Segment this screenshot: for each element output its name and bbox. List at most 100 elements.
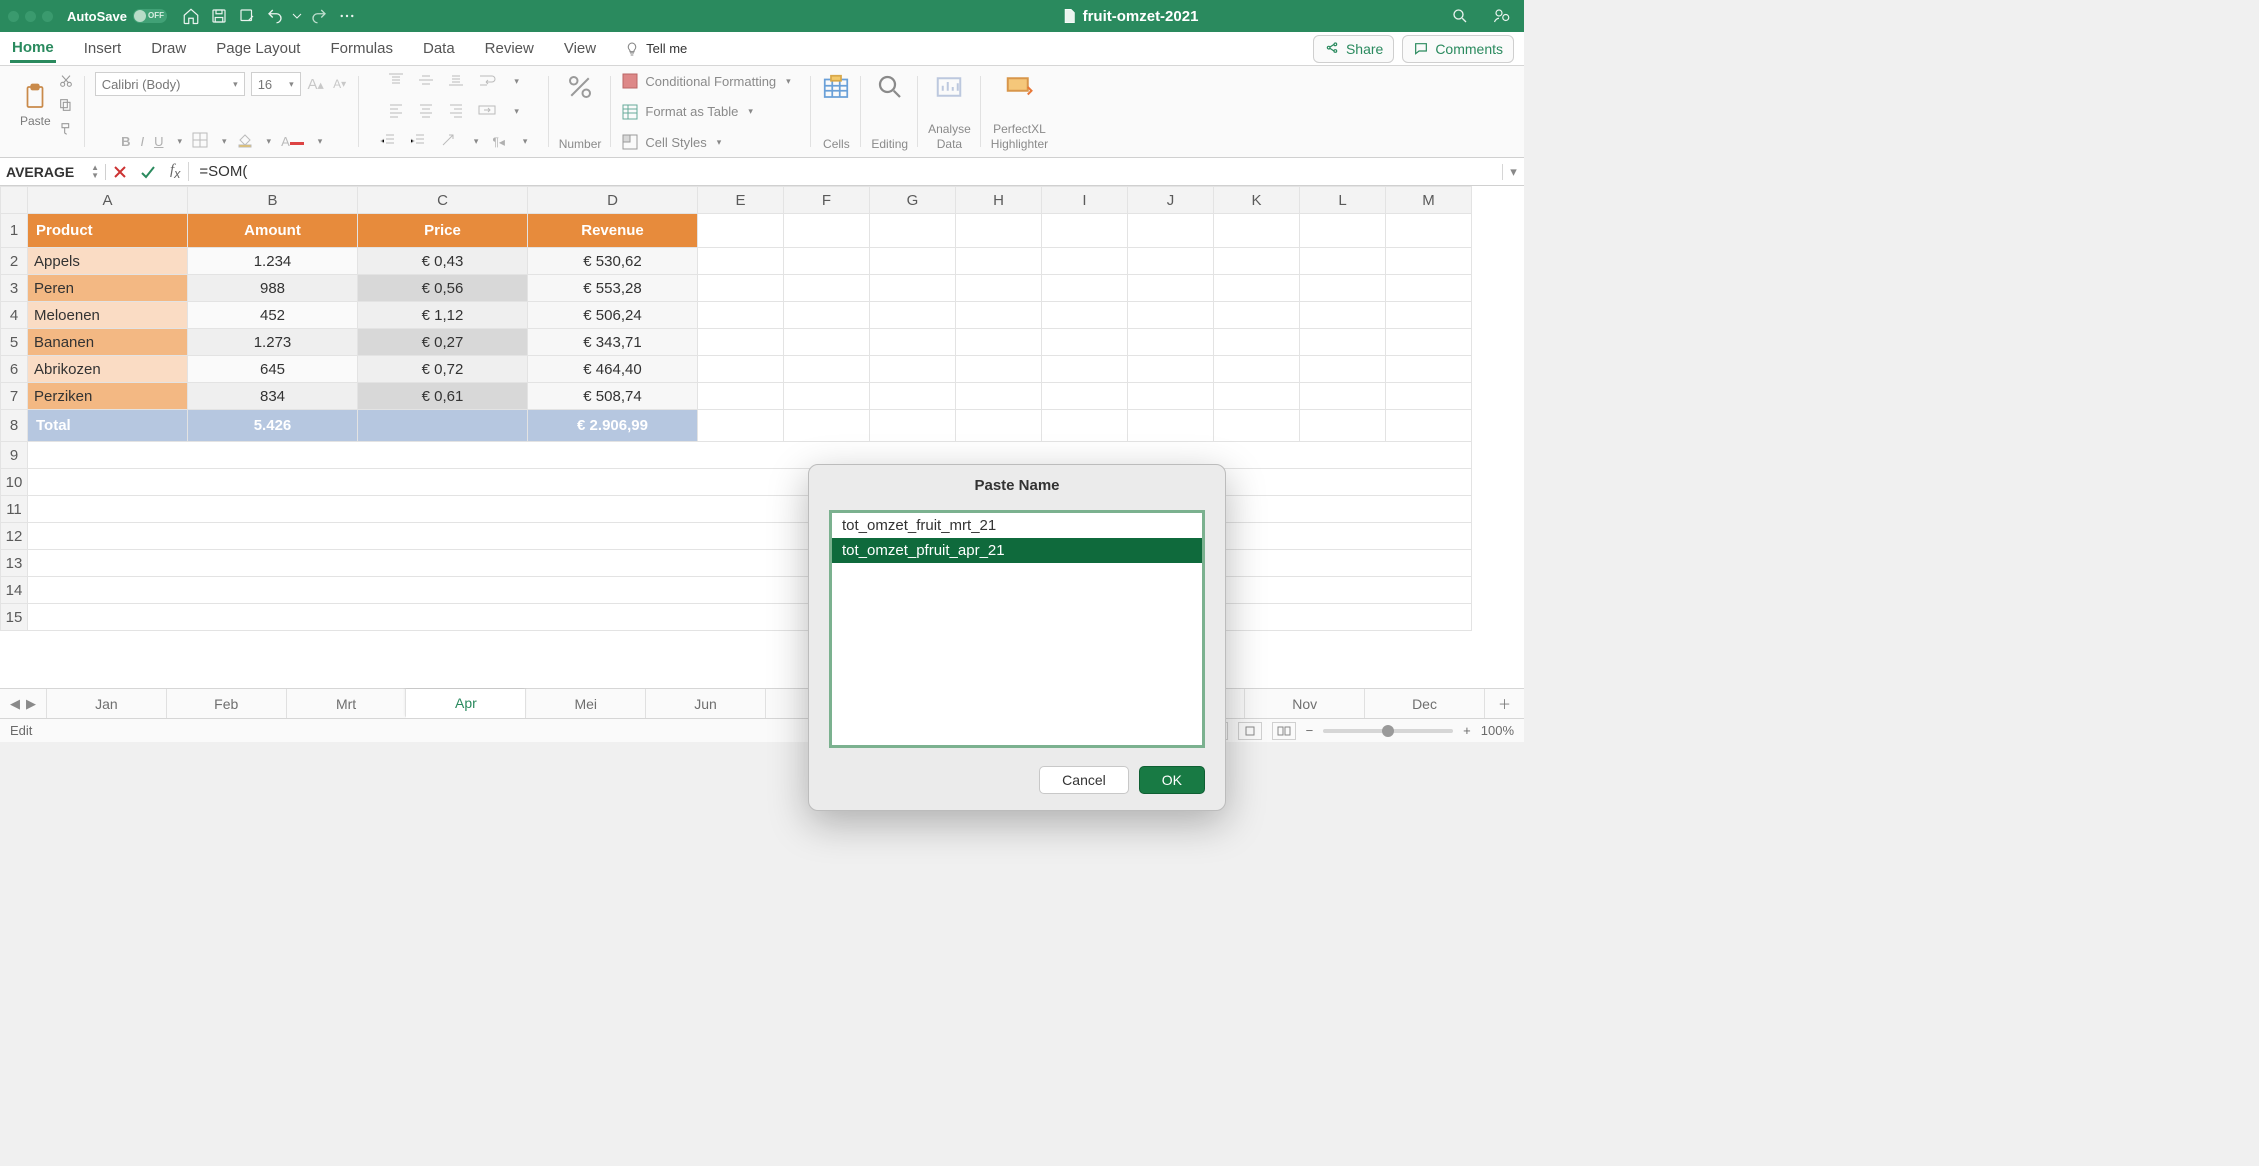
cell[interactable] [1042, 248, 1128, 275]
cell[interactable] [870, 275, 956, 302]
tab-review[interactable]: Review [483, 36, 536, 61]
align-left-icon[interactable] [388, 102, 404, 121]
zoom-slider[interactable] [1323, 729, 1453, 733]
cell[interactable] [1300, 383, 1386, 410]
cell[interactable] [784, 356, 870, 383]
home-icon[interactable] [180, 5, 202, 27]
cell[interactable] [1300, 214, 1386, 248]
underline-button[interactable]: U [154, 134, 163, 149]
cell[interactable] [698, 275, 784, 302]
cell[interactable]: € 0,27 [358, 329, 528, 356]
cell[interactable] [1386, 410, 1472, 442]
name-box[interactable]: AVERAGE ▲▼ [0, 164, 106, 180]
cell[interactable] [870, 329, 956, 356]
row-header[interactable]: 15 [1, 604, 28, 631]
redo-icon[interactable] [308, 5, 330, 27]
cell[interactable]: € 0,72 [358, 356, 528, 383]
align-middle-icon[interactable] [418, 72, 434, 91]
cell[interactable] [28, 442, 1472, 469]
wrap-text-icon[interactable] [478, 72, 496, 91]
cell[interactable] [1214, 410, 1300, 442]
cell[interactable] [28, 550, 1472, 577]
align-bottom-icon[interactable] [448, 72, 464, 91]
cell[interactable] [1386, 248, 1472, 275]
format-as-table-button[interactable]: Format as Table▾ [621, 103, 753, 121]
cell[interactable] [1042, 410, 1128, 442]
cell[interactable] [1042, 302, 1128, 329]
align-top-icon[interactable] [388, 72, 404, 91]
cell[interactable]: € 508,74 [528, 383, 698, 410]
cell[interactable] [870, 214, 956, 248]
tab-draw[interactable]: Draw [149, 36, 188, 61]
cell[interactable] [1300, 248, 1386, 275]
col-header[interactable]: J [1128, 187, 1214, 214]
row-header[interactable]: 7 [1, 383, 28, 410]
sheet-tab-jun[interactable]: Jun [645, 689, 765, 718]
cell[interactable] [1214, 275, 1300, 302]
row-header[interactable]: 1 [1, 214, 28, 248]
zoom-level[interactable]: 100% [1481, 723, 1514, 738]
cell[interactable] [1128, 383, 1214, 410]
cell[interactable] [698, 248, 784, 275]
comments-button[interactable]: Comments [1402, 35, 1514, 63]
select-all-corner[interactable] [1, 187, 28, 214]
conditional-formatting-button[interactable]: Conditional Formatting▾ [621, 72, 790, 90]
cell[interactable] [28, 469, 1472, 496]
sheet-tab-jan[interactable]: Jan [46, 689, 166, 718]
cell[interactable] [1214, 329, 1300, 356]
cell[interactable] [784, 410, 870, 442]
fx-label[interactable]: fx [162, 162, 189, 181]
font-size-select[interactable]: 16▾ [251, 72, 301, 96]
perfectxl-button[interactable] [1004, 72, 1034, 102]
cell[interactable] [28, 523, 1472, 550]
cell[interactable] [1128, 248, 1214, 275]
sheet-tab-nov[interactable]: Nov [1244, 689, 1364, 718]
cell[interactable] [698, 356, 784, 383]
name-box-stepper-icon[interactable]: ▲▼ [91, 164, 99, 180]
row-header[interactable]: 10 [1, 469, 28, 496]
cell[interactable] [784, 248, 870, 275]
cell[interactable]: € 2.906,99 [528, 410, 698, 442]
sheet-tab-feb[interactable]: Feb [166, 689, 286, 718]
col-header[interactable]: A [28, 187, 188, 214]
row-header[interactable]: 4 [1, 302, 28, 329]
cell[interactable] [1386, 302, 1472, 329]
cell[interactable]: Abrikozen [28, 356, 188, 383]
cell[interactable] [956, 356, 1042, 383]
cell[interactable]: € 464,40 [528, 356, 698, 383]
cell[interactable]: € 1,12 [358, 302, 528, 329]
page-layout-view-button[interactable] [1238, 722, 1262, 740]
cells-button[interactable] [821, 72, 851, 102]
italic-button[interactable]: I [140, 134, 144, 149]
cell[interactable] [1386, 329, 1472, 356]
cell[interactable]: Bananen [28, 329, 188, 356]
cell[interactable] [1300, 356, 1386, 383]
share-button[interactable]: Share [1313, 35, 1394, 63]
cell[interactable] [698, 383, 784, 410]
cell[interactable] [784, 275, 870, 302]
percent-button[interactable] [565, 72, 595, 102]
cell[interactable] [1300, 275, 1386, 302]
cell[interactable] [28, 577, 1472, 604]
save-icon[interactable] [208, 5, 230, 27]
ok-button[interactable]: OK [1139, 766, 1205, 794]
row-header[interactable]: 14 [1, 577, 28, 604]
cell[interactable] [1214, 383, 1300, 410]
cell[interactable] [698, 302, 784, 329]
minimize-window-dot[interactable] [25, 11, 36, 22]
cell[interactable] [1128, 410, 1214, 442]
cell[interactable]: 1.273 [188, 329, 358, 356]
cell[interactable] [1386, 214, 1472, 248]
cell[interactable]: Meloenen [28, 302, 188, 329]
cell[interactable]: 5.426 [188, 410, 358, 442]
undo-icon[interactable] [264, 5, 286, 27]
cell[interactable] [1128, 329, 1214, 356]
align-right-icon[interactable] [448, 102, 464, 121]
cancel-formula-button[interactable] [106, 164, 134, 180]
zoom-in-button[interactable]: + [1463, 723, 1471, 738]
increase-indent-icon[interactable] [410, 132, 426, 151]
cell[interactable] [784, 383, 870, 410]
next-sheet-icon[interactable]: ▶ [26, 696, 36, 712]
cell[interactable]: € 506,24 [528, 302, 698, 329]
cell[interactable]: € 0,61 [358, 383, 528, 410]
